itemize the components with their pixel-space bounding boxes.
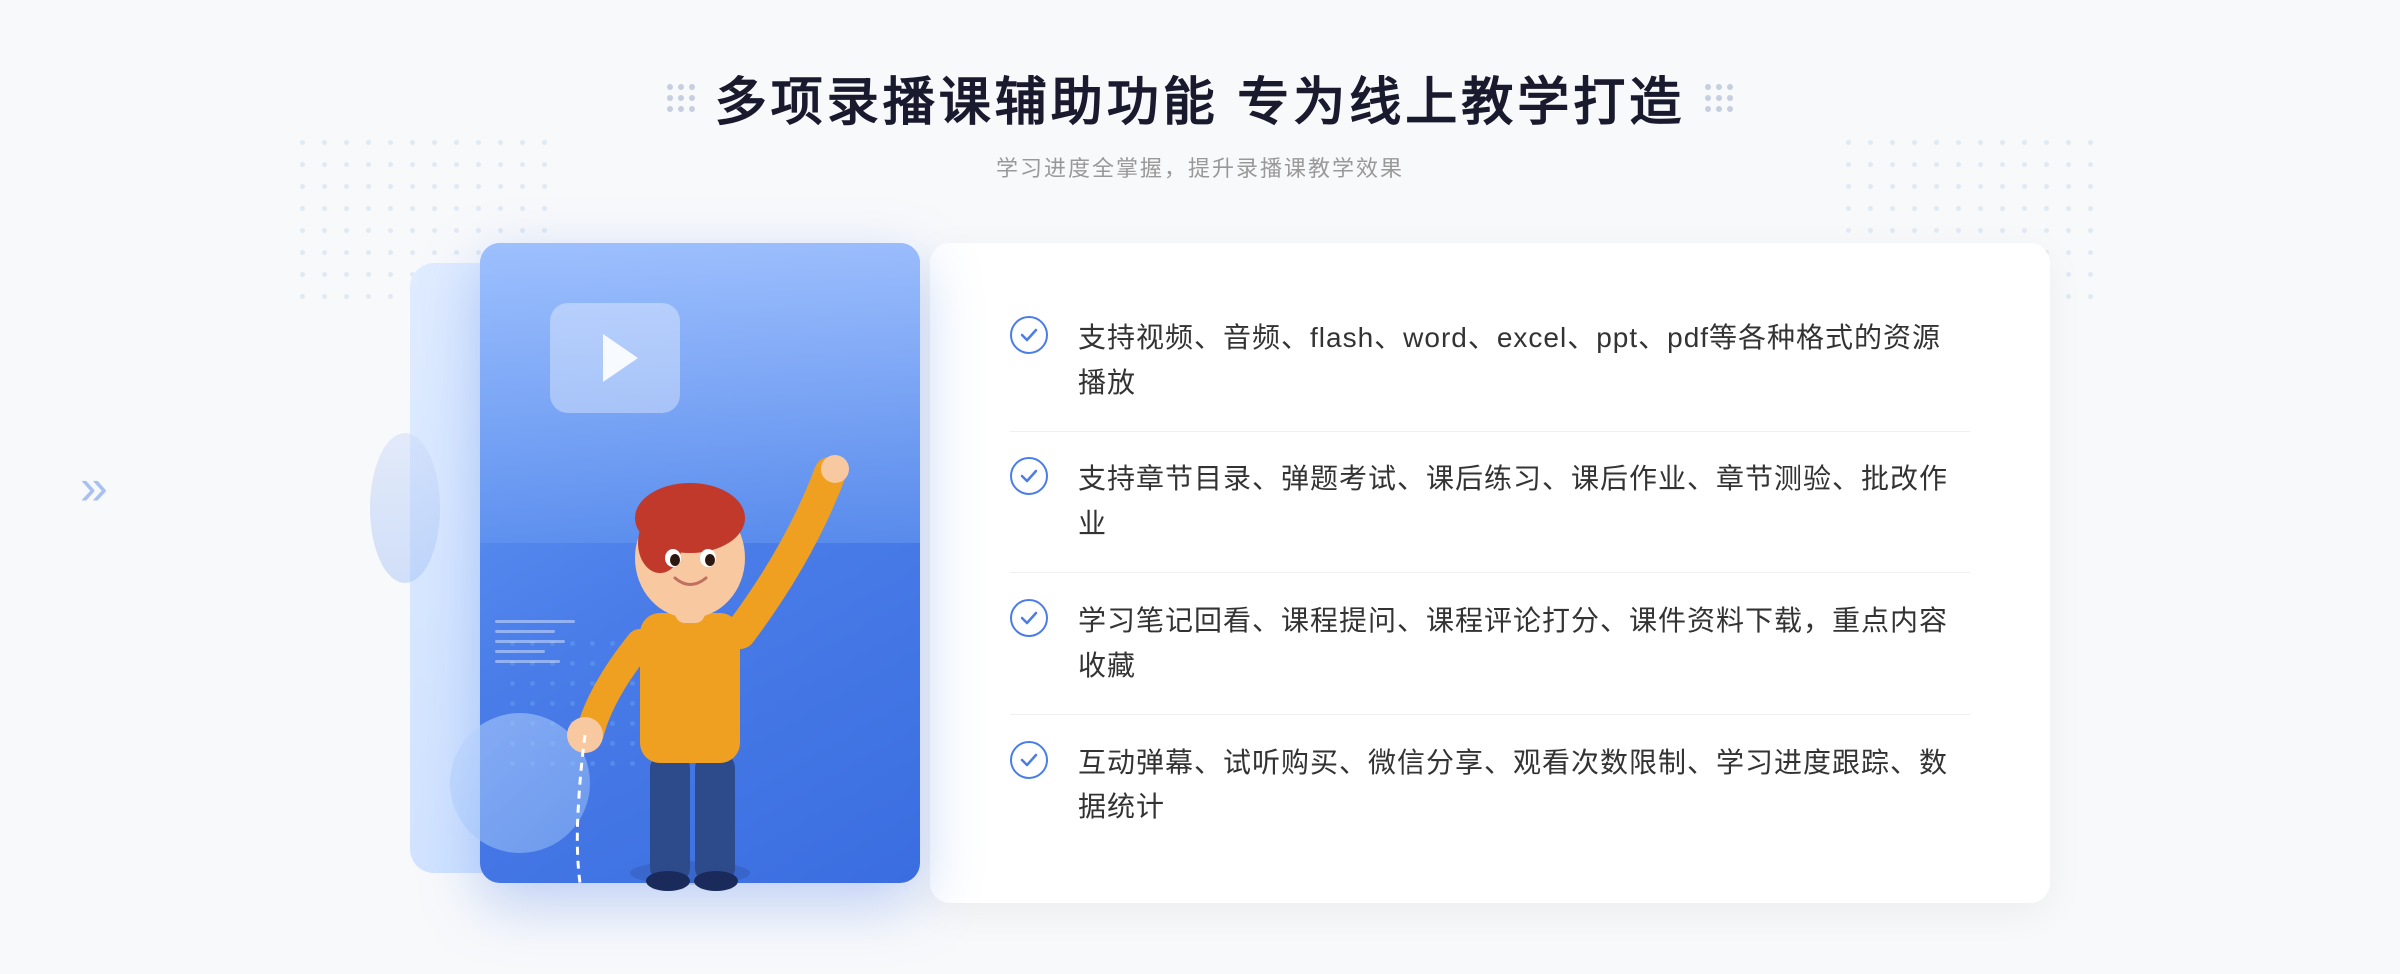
title-dots-right (1705, 84, 1733, 112)
title-dots-left (667, 84, 695, 112)
content-area: 支持视频、音频、flash、word、excel、ppt、pdf等各种格式的资源… (350, 233, 2050, 913)
feature-item-3: 学习笔记回看、课程提问、课程评论打分、课件资料下载，重点内容收藏 (1010, 579, 1970, 709)
check-circle-1 (1010, 316, 1048, 354)
check-icon-3 (1018, 607, 1040, 629)
feature-text-2: 支持章节目录、弹题考试、课后练习、课后作业、章节测验、批改作业 (1078, 457, 1970, 547)
divider-2 (1010, 572, 1970, 573)
feature-text-3: 学习笔记回看、课程提问、课程评论打分、课件资料下载，重点内容收藏 (1078, 599, 1970, 689)
person-svg (520, 393, 860, 913)
feature-item-4: 互动弹幕、试听购买、微信分享、观看次数限制、学习进度跟踪、数据统计 (1010, 721, 1970, 851)
check-circle-4 (1010, 741, 1048, 779)
oval-deco-left (370, 433, 440, 583)
check-icon-2 (1018, 465, 1040, 487)
check-icon-4 (1018, 749, 1040, 771)
features-panel: 支持视频、音频、flash、word、excel、ppt、pdf等各种格式的资源… (930, 243, 2050, 903)
check-circle-3 (1010, 599, 1048, 637)
divider-1 (1010, 431, 1970, 432)
play-triangle-icon (603, 334, 638, 382)
page-title: 多项录播课辅助功能 专为线上教学打造 (715, 60, 1685, 135)
header-section: 多项录播课辅助功能 专为线上教学打造 (667, 60, 1733, 183)
divider-3 (1010, 714, 1970, 715)
left-chevron-icon: » (80, 458, 100, 516)
feature-text-4: 互动弹幕、试听购买、微信分享、观看次数限制、学习进度跟踪、数据统计 (1078, 741, 1970, 831)
feature-item-1: 支持视频、音频、flash、word、excel、ppt、pdf等各种格式的资源… (1010, 296, 1970, 426)
feature-item-2: 支持章节目录、弹题考试、课后练习、课后作业、章节测验、批改作业 (1010, 437, 1970, 567)
feature-text-1: 支持视频、音频、flash、word、excel、ppt、pdf等各种格式的资源… (1078, 316, 1970, 406)
page-container: (function(){ const container = document.… (0, 0, 2400, 974)
check-circle-2 (1010, 457, 1048, 495)
check-icon-1 (1018, 324, 1040, 346)
title-row: 多项录播课辅助功能 专为线上教学打造 (667, 60, 1733, 135)
page-subtitle: 学习进度全掌握，提升录播课教学效果 (667, 151, 1733, 183)
illustration-container (350, 233, 950, 913)
